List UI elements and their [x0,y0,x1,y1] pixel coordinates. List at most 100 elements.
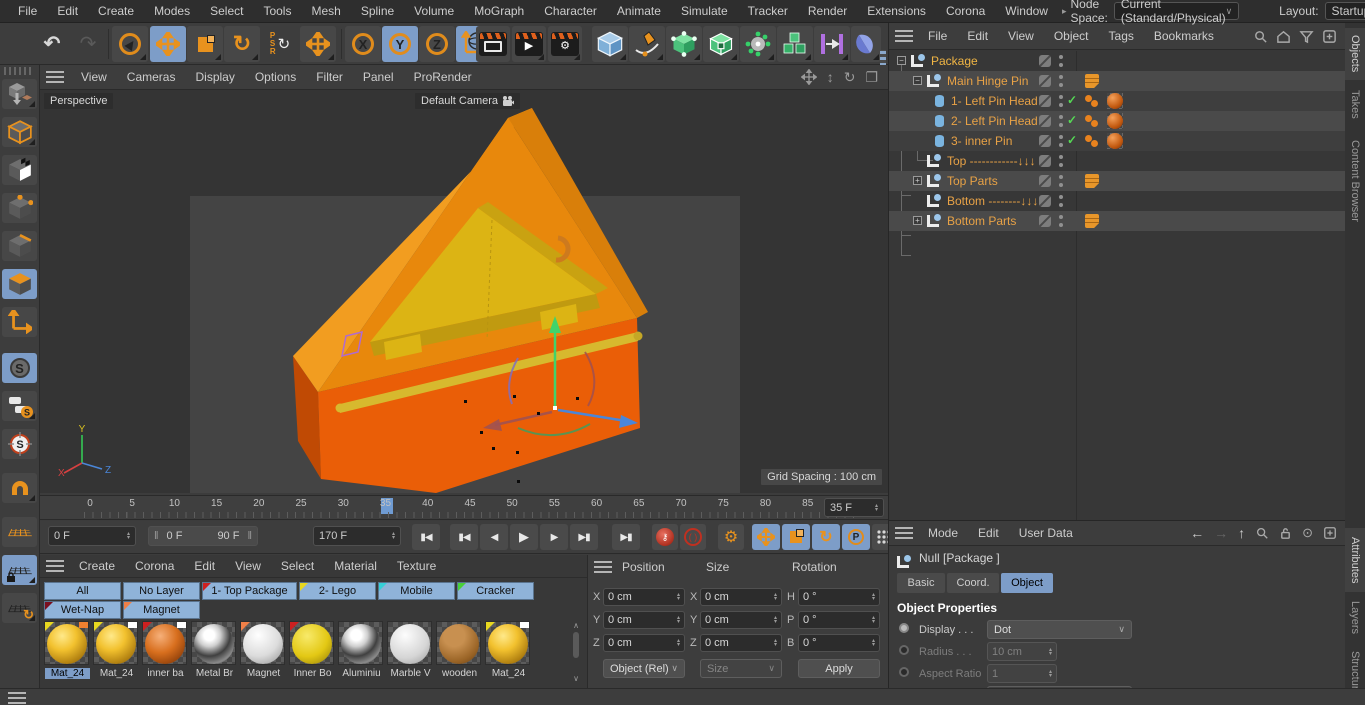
om-menu-view[interactable]: View [999,26,1043,46]
menu-simulate[interactable]: Simulate [671,1,738,21]
enabled-check-icon[interactable]: ✓ [1067,133,1077,147]
visibility-toggle[interactable] [1039,155,1051,167]
menu-render[interactable]: Render [798,1,857,21]
target-icon[interactable]: ⊙ [1302,525,1313,541]
collapse-icon[interactable]: − [897,56,906,65]
aspect-ratio-field[interactable]: 1▴▾ [987,664,1057,683]
layer-tab-lego[interactable]: 2- Lego [299,582,376,600]
search-icon[interactable] [1253,29,1268,44]
vp-menu-panel[interactable]: Panel [354,67,403,87]
polygon-mode-button[interactable] [2,269,37,299]
phong-tag-icon[interactable] [1085,135,1092,142]
om-menu-object[interactable]: Object [1045,26,1098,46]
start-frame-field[interactable]: 0 F ▴▾ [48,526,136,546]
magnet-tool-button[interactable] [2,473,37,503]
visibility-toggle[interactable] [1039,215,1051,227]
vp-menu-prorender[interactable]: ProRender [405,67,481,87]
vp-menu-cameras[interactable]: Cameras [118,67,185,87]
x-axis-lock-button[interactable]: X [345,26,381,62]
om-menu-file[interactable]: File [919,26,956,46]
add-cube-button[interactable] [592,26,628,62]
layer-tab-magnet[interactable]: Magnet [123,601,200,619]
menu-corona[interactable]: Corona [936,1,995,21]
tree-row-bottom-parts[interactable]: + Bottom Parts [889,211,1346,231]
visibility-dots[interactable] [1059,95,1063,107]
play-button[interactable]: ▶ [510,524,538,550]
material-item[interactable]: Marble V [387,621,432,665]
home-icon[interactable] [1276,29,1291,44]
material-tag-icon[interactable] [1107,113,1123,129]
filter-icon[interactable] [1299,29,1314,44]
material-item[interactable]: Magnet [240,621,285,665]
history-back-icon[interactable]: ← [1190,525,1204,541]
menu-spline[interactable]: Spline [351,1,404,21]
phong-tag-icon[interactable] [1085,95,1092,102]
mograph-cloner-button[interactable] [777,26,813,62]
move-tool-button[interactable] [150,26,186,62]
prev-frame-button[interactable]: ◀ [480,524,508,550]
material-tag-icon[interactable] [1107,93,1123,109]
next-frame-button[interactable]: ▶ [540,524,568,550]
add-panel-icon[interactable] [1322,29,1337,44]
annotation-tag-icon[interactable] [1085,174,1099,188]
preview-range-field[interactable]: ‖0 F 90 F‖ [148,526,258,546]
layer-tab-no-layer[interactable]: No Layer [123,582,200,600]
rotate-tool-button[interactable]: ↻ [224,26,260,62]
visibility-dots[interactable] [1059,135,1063,147]
viewport-3d[interactable]: Perspective Default Camera Grid Spacing … [40,90,888,493]
field-button[interactable] [851,26,881,62]
menu-character[interactable]: Character [534,1,607,21]
visibility-dots[interactable] [1059,55,1063,67]
tree-row-left-pin-head-2[interactable]: 2- Left Pin Head ✓ [889,111,1346,131]
tree-row-top-parts[interactable]: + Top Parts [889,171,1346,191]
menu-mesh[interactable]: Mesh [301,1,350,21]
attr-menu-mode[interactable]: Mode [919,523,967,543]
workplane-button[interactable] [2,517,37,547]
tab-layers[interactable]: Layers [1345,595,1365,641]
collapse-icon[interactable]: − [913,76,922,85]
visibility-dots[interactable] [1059,75,1063,87]
key-parameter-button[interactable]: P [842,524,870,550]
material-item[interactable]: Aluminiu [338,621,383,665]
volume-builder-button[interactable] [703,26,739,62]
expand-icon[interactable]: + [913,216,922,225]
tab-basic[interactable]: Basic [897,573,945,593]
material-item[interactable]: Inner Bo [289,621,334,665]
rotate-workplane-button[interactable]: ↻ [2,593,37,623]
attr-menu-userdata[interactable]: User Data [1010,523,1082,543]
material-item[interactable]: wooden [436,621,481,665]
tree-row-main-hinge-pin[interactable]: − Main Hinge Pin [889,71,1346,91]
attr-menu-icon[interactable] [895,527,913,539]
material-menu-icon[interactable] [46,560,64,572]
texture-mode-button[interactable] [2,155,37,185]
timeline-ruler[interactable]: 05 1015 2025 3035 4045 5055 6065 7075 80… [40,495,888,520]
model-mode-button[interactable] [2,117,37,147]
viewport-menu-icon[interactable] [46,71,64,83]
material-item[interactable]: Mat_24 [93,621,138,665]
view-type-label[interactable]: Perspective [44,93,113,109]
point-mode-button[interactable] [2,193,37,223]
lock-icon[interactable] [1279,527,1292,540]
menu-create[interactable]: Create [88,1,144,21]
menu-tools[interactable]: Tools [253,1,301,21]
snap-mode-button[interactable]: S [2,429,37,459]
visibility-toggle[interactable] [1039,55,1051,67]
material-item[interactable]: Metal Br [191,621,236,665]
mat-menu-view[interactable]: View [226,556,270,576]
menu-extensions[interactable]: Extensions [857,1,936,21]
key-position-button[interactable] [752,524,780,550]
mat-menu-texture[interactable]: Texture [388,556,445,576]
node-space-select[interactable]: Current (Standard/Physical) ∨ [1114,2,1239,20]
visibility-dots[interactable] [1059,115,1063,127]
parent-icon[interactable]: ↑ [1238,525,1245,541]
visibility-toggle[interactable] [1039,95,1051,107]
menu-file[interactable]: File [8,1,47,21]
tab-coord[interactable]: Coord. [947,573,999,593]
tab-objects[interactable]: Objects [1345,28,1365,80]
vp-menu-view[interactable]: View [72,67,116,87]
tab-object[interactable]: Object [1001,573,1053,593]
snap-settings-button[interactable]: S [2,391,37,421]
display-select[interactable]: Dot∨ [987,620,1132,639]
size-x-field[interactable]: 0 cm▴▾ [700,588,782,606]
layer-tab-cracker[interactable]: Cracker [457,582,534,600]
